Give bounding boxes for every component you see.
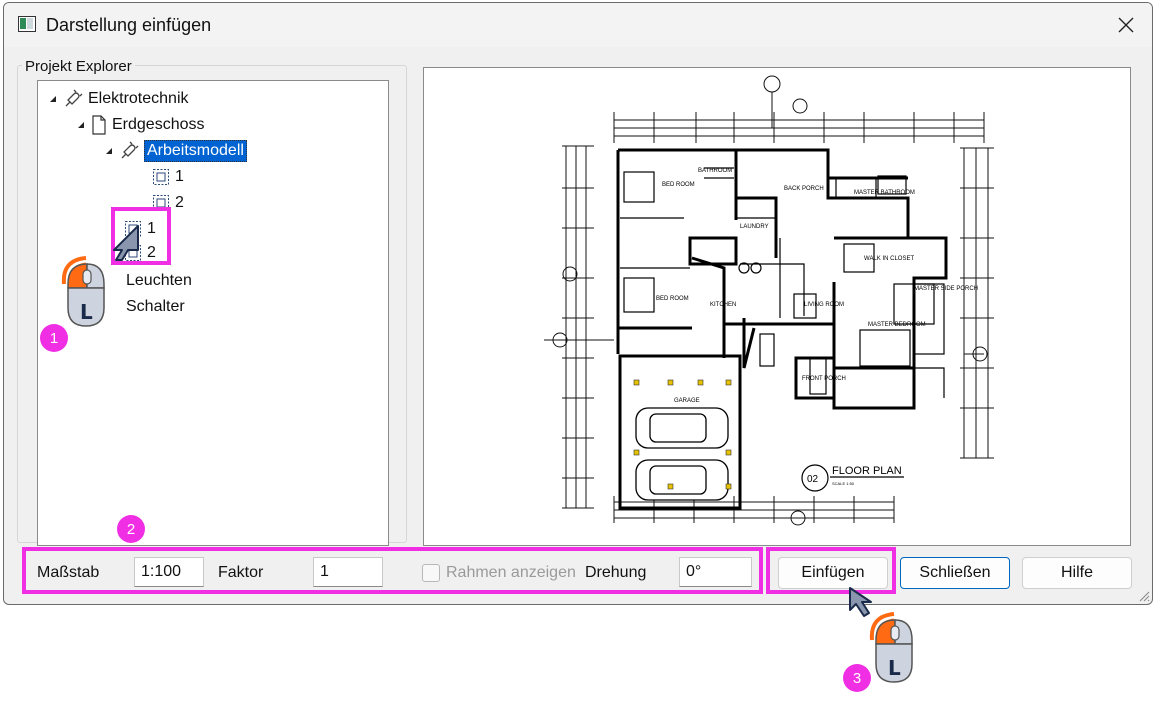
close-button[interactable]: Schließen <box>900 557 1010 589</box>
plug-icon <box>63 89 83 109</box>
room-label: GARAGE <box>674 398 700 404</box>
drawing-scale-note: SCALE 1:50 <box>832 481 855 486</box>
close-icon <box>1118 17 1134 33</box>
room-label: MASTER SIDE PORCH <box>914 286 978 292</box>
cursor-arrow-icon <box>113 225 139 261</box>
tree-item-label: 1 <box>175 168 184 185</box>
room-label: WALK IN CLOSET <box>864 256 914 262</box>
project-explorer-label: Projekt Explorer <box>22 58 135 75</box>
resize-grip-icon[interactable] <box>1138 590 1150 602</box>
collapse-icon[interactable] <box>106 148 112 154</box>
show-frame-checkbox[interactable] <box>422 564 440 582</box>
app-icon <box>18 16 36 32</box>
mouse-button-label: L <box>80 300 93 324</box>
room-label: BATHROOM <box>698 168 732 174</box>
title-bar: Darstellung einfügen <box>4 3 1152 47</box>
tree-item-view-2[interactable]: 2 <box>152 191 184 215</box>
mouse-left-click-icon: L <box>869 612 913 683</box>
scale-input[interactable] <box>134 557 204 587</box>
floor-plan-drawing: BED ROOM BATHROOM BACK PORCH MASTER BATH… <box>544 75 994 526</box>
room-label: BED ROOM <box>656 296 689 302</box>
drawing-number: 02 <box>807 474 819 485</box>
room-label: KITCHEN <box>710 302 736 308</box>
plug-icon <box>119 141 139 161</box>
window-title: Darstellung einfügen <box>46 15 212 35</box>
room-label: BACK PORCH <box>784 186 824 192</box>
room-label: MASTER BEDROOM <box>868 322 926 328</box>
factor-input[interactable] <box>313 557 383 587</box>
scale-label: Maßstab <box>37 564 100 581</box>
cursor-arrow-icon <box>849 587 872 617</box>
tree-item-label: Schalter <box>126 298 185 315</box>
tree-item-label: 2 <box>147 244 156 261</box>
tree-item-arbeitsmodell[interactable]: Arbeitsmodell <box>106 139 247 163</box>
view-icon <box>152 194 170 212</box>
insert-view-dialog: Darstellung einfügen Projekt Explorer El… <box>3 2 1153 605</box>
tree-item-label: Leuchten <box>126 272 192 289</box>
tree-item-label: Arbeitsmodell <box>144 140 247 162</box>
step-badge-2: 2 <box>117 515 145 543</box>
rotation-input[interactable] <box>679 557 752 587</box>
tree-item-leuchten[interactable]: Leuchten <box>126 269 192 293</box>
tree-item-erdgeschoss[interactable]: Erdgeschoss <box>78 113 205 137</box>
tree-item-label: 2 <box>175 194 184 211</box>
factor-label: Faktor <box>218 564 264 581</box>
tree-item-view-1[interactable]: 1 <box>152 165 184 189</box>
show-frame-label: Rahmen anzeigen <box>446 564 576 581</box>
view-preview: BED ROOM BATHROOM BACK PORCH MASTER BATH… <box>423 67 1131 546</box>
rotation-label: Drehung <box>585 564 647 581</box>
close-window-button[interactable] <box>1104 3 1148 47</box>
tree-item-label: 1 <box>147 220 156 237</box>
collapse-icon[interactable] <box>50 96 56 102</box>
drawing-title: FLOOR PLAN <box>832 465 902 477</box>
tree-item-elektrotechnik[interactable]: Elektrotechnik <box>50 87 189 111</box>
document-icon <box>91 115 107 135</box>
mouse-button-label: L <box>888 656 901 680</box>
collapse-icon[interactable] <box>78 122 84 128</box>
room-label: MASTER BATHROOM <box>854 190 915 196</box>
mouse-left-click-icon: L <box>61 256 105 327</box>
room-label: FRONT PORCH <box>802 376 846 382</box>
room-label: LAUNDRY <box>740 224 769 230</box>
room-label: BED ROOM <box>662 182 695 188</box>
tree-item-label: Erdgeschoss <box>112 116 205 133</box>
room-label: LIVING ROOM <box>804 302 844 308</box>
view-icon <box>152 168 170 186</box>
tree-item-label: Elektrotechnik <box>88 90 189 107</box>
help-button[interactable]: Hilfe <box>1022 557 1132 589</box>
tree-item-schalter[interactable]: Schalter <box>126 295 185 319</box>
